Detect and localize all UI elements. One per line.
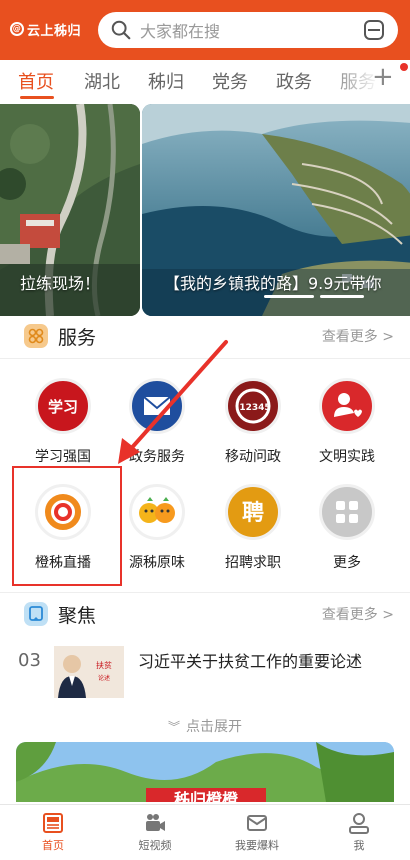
view-more-link[interactable]: 查看更多 > bbox=[322, 326, 394, 346]
add-channel-icon[interactable]: + bbox=[372, 64, 394, 90]
nav-me[interactable]: 我 bbox=[314, 811, 404, 853]
service-more[interactable]: 更多 bbox=[302, 484, 392, 594]
service-label: 更多 bbox=[333, 555, 361, 571]
nav-short-video[interactable]: 短视频 bbox=[110, 811, 200, 853]
scan-icon[interactable] bbox=[362, 18, 386, 42]
tab-zigui[interactable]: 秭归 bbox=[148, 68, 184, 94]
tabs-fade bbox=[320, 60, 380, 98]
nav-report[interactable]: 我要爆料 bbox=[212, 811, 302, 853]
grid-more-icon bbox=[319, 484, 375, 540]
notification-dot bbox=[400, 63, 408, 71]
service-label: 招聘求职 bbox=[225, 555, 281, 571]
highlight-box bbox=[12, 466, 122, 586]
tab-hubei[interactable]: 湖北 bbox=[84, 68, 120, 94]
envelope-icon bbox=[129, 378, 185, 434]
banner-pagination bbox=[264, 295, 364, 298]
search-bar[interactable]: 大家都在搜 bbox=[98, 12, 398, 48]
active-tab-indicator bbox=[20, 96, 54, 99]
app-header: @ 云上秭归 大家都在搜 bbox=[0, 0, 410, 60]
svg-text:12345: 12345 bbox=[239, 403, 270, 413]
view-more-link[interactable]: 查看更多 > bbox=[322, 604, 394, 624]
nav-label: 我要爆料 bbox=[235, 839, 279, 852]
banner-caption: 【我的乡镇我的路】9.9元带你 bbox=[164, 274, 382, 293]
services-grid-icon bbox=[24, 324, 48, 348]
svg-text:学习: 学习 bbox=[48, 398, 78, 416]
app-logo[interactable]: @ 云上秭归 bbox=[10, 18, 88, 40]
banner-caption: 拉练现场！ bbox=[20, 274, 101, 293]
nav-label: 首页 bbox=[42, 839, 64, 852]
divider bbox=[0, 358, 410, 359]
svg-text:论述: 论述 bbox=[98, 674, 110, 682]
service-label: 文明实践 bbox=[319, 449, 375, 465]
expand-button[interactable]: ︾ 点击展开 bbox=[0, 716, 410, 736]
tab-government[interactable]: 政务 bbox=[276, 68, 312, 94]
video-camera-icon bbox=[146, 814, 165, 831]
search-icon bbox=[111, 20, 131, 40]
service-label: 政务服务 bbox=[129, 449, 185, 465]
logo-at-icon: @ bbox=[10, 22, 24, 36]
svg-text:扶贫: 扶贫 bbox=[96, 660, 112, 670]
person-heart-icon bbox=[319, 378, 375, 434]
bottom-navigation: 首页 短视频 我要爆料 我 bbox=[0, 804, 410, 860]
search-placeholder: 大家都在搜 bbox=[140, 22, 221, 41]
pagination-dot-active bbox=[264, 295, 314, 298]
home-news-icon bbox=[43, 813, 63, 833]
service-government[interactable]: 政务服务 bbox=[112, 378, 202, 488]
double-chevron-down-icon: ︾ bbox=[167, 720, 180, 734]
pagination-dot bbox=[320, 295, 364, 298]
news-headline: 习近平关于扶贫工作的重要论述 bbox=[138, 652, 363, 671]
divider bbox=[0, 592, 410, 593]
service-local-flavor[interactable]: 源秭原味 bbox=[112, 484, 202, 594]
service-label: 移动问政 bbox=[225, 449, 281, 465]
nav-label: 短视频 bbox=[138, 839, 172, 852]
tab-party[interactable]: 党务 bbox=[212, 68, 248, 94]
svg-text:聘: 聘 bbox=[242, 500, 264, 526]
section-title: 聚焦 bbox=[58, 605, 97, 627]
promo-banner[interactable]: 秭归橙橙 bbox=[16, 742, 394, 802]
services-section-header: 服务 查看更多 > bbox=[0, 316, 410, 356]
news-item[interactable]: 03 扶贫 论述 习近平关于扶贫工作的重要论述 bbox=[0, 640, 410, 700]
mail-icon bbox=[247, 815, 267, 831]
logo-text: 云上秭归 bbox=[27, 23, 82, 39]
xuexi-qiangguo-icon: 学习 bbox=[35, 378, 91, 434]
hotline-12345-icon: 12345 bbox=[225, 378, 281, 434]
service-label: 学习强国 bbox=[35, 449, 91, 465]
section-title: 服务 bbox=[58, 327, 97, 349]
news-index: 03 bbox=[18, 650, 41, 671]
orange-mascots-icon bbox=[129, 484, 185, 540]
person-icon bbox=[349, 813, 369, 834]
promo-sign: 秭归橙橙 bbox=[146, 788, 266, 802]
news-thumbnail: 扶贫 论述 bbox=[54, 646, 124, 698]
banner-slide-prev[interactable]: 拉练现场！ bbox=[0, 104, 140, 316]
focus-section-header: 聚焦 查看更多 > bbox=[0, 594, 410, 634]
service-jobs[interactable]: 聘 招聘求职 bbox=[208, 484, 298, 594]
service-label: 源秭原味 bbox=[129, 555, 185, 571]
service-civilization[interactable]: 文明实践 bbox=[302, 378, 392, 488]
hire-icon: 聘 bbox=[225, 484, 281, 540]
tab-home[interactable]: 首页 bbox=[18, 68, 54, 94]
expand-label: 点击展开 bbox=[186, 719, 242, 735]
banner-slide-current[interactable]: 【我的乡镇我的路】9.9元带你 bbox=[142, 104, 410, 316]
nav-home[interactable]: 首页 bbox=[8, 811, 98, 853]
focus-badge-icon bbox=[24, 602, 48, 626]
service-hotline[interactable]: 12345 移动问政 bbox=[208, 378, 298, 488]
nav-label: 我 bbox=[353, 839, 365, 852]
